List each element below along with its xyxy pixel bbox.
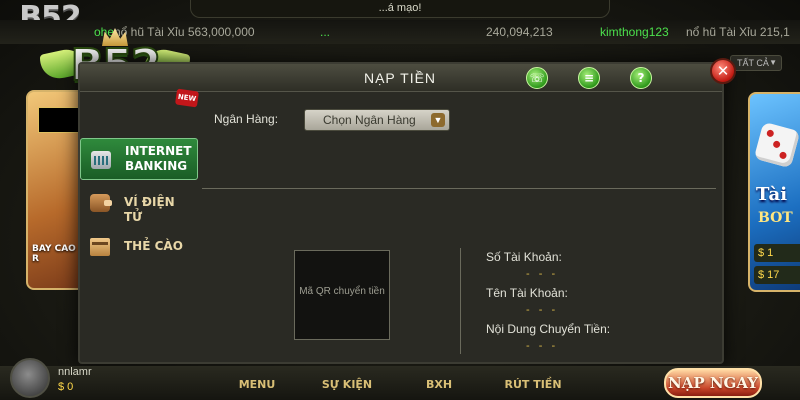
leaderboard-button[interactable]: BXH xyxy=(404,378,474,391)
modal-title: NẠP TIỀN xyxy=(363,70,437,86)
filter-label: TẤT CẢ xyxy=(737,58,769,68)
bank-icon xyxy=(91,151,111,169)
game-card-subtitle: BOT xyxy=(758,210,793,226)
avatar[interactable] xyxy=(10,358,50,398)
username: nnlamr xyxy=(58,366,92,378)
transfer-content-value: - - - xyxy=(526,340,559,352)
divider xyxy=(202,188,716,189)
chevron-down-icon: ▼ xyxy=(431,113,445,127)
balance: $ 0 xyxy=(58,381,74,393)
payment-method-nav: NEW INTERNET BANKING VÍ ĐIỆN TỬ THẺ CÀO xyxy=(80,88,200,362)
dice-icon xyxy=(753,121,800,169)
account-name-value: - - - xyxy=(526,304,559,316)
nav-label-line: BANKING xyxy=(125,159,188,173)
chevron-down-icon: ▼ xyxy=(769,58,777,67)
menu-button[interactable]: MENU xyxy=(222,378,292,391)
ticker-text: 240,094,213 xyxy=(486,25,553,39)
banking-panel: Ngân Hàng: Chọn Ngân Hàng ▼ Mã QR chuyển… xyxy=(202,92,722,362)
deposit-now-button[interactable]: NẠP NGAY xyxy=(664,368,762,398)
game-card-title: Tài xyxy=(756,184,788,205)
bank-label: Ngân Hàng: xyxy=(214,112,279,126)
nav-label: VÍ ĐIỆN TỬ xyxy=(124,195,175,224)
bank-select-value: Chọn Ngân Hàng xyxy=(323,113,416,127)
nav-label: THẺ CÀO xyxy=(124,239,183,253)
game-card-label: BAY CAO - R xyxy=(32,244,83,264)
withdraw-button[interactable]: RÚT TIỀN xyxy=(498,378,568,391)
wallet-icon xyxy=(90,194,112,212)
game-card-stat: $ 1 xyxy=(754,244,800,262)
qr-code-placeholder: Mã QR chuyển tiền xyxy=(294,250,390,340)
history-icon[interactable]: ≡ xyxy=(578,67,600,89)
nav-scratch-card[interactable]: THẺ CÀO xyxy=(80,226,198,268)
nav-e-wallet[interactable]: VÍ ĐIỆN TỬ xyxy=(80,182,198,224)
help-icon[interactable]: ? xyxy=(630,67,652,89)
support-icon[interactable]: ☏ xyxy=(526,67,548,89)
bank-select[interactable]: Chọn Ngân Hàng ▼ xyxy=(304,109,450,131)
account-name-label: Tên Tài Khoản: xyxy=(486,286,568,300)
game-card-stat: $ 17 xyxy=(754,266,800,284)
ticker-user: kimthong123 xyxy=(600,25,669,39)
transfer-content-label: Nội Dung Chuyển Tiền: xyxy=(486,322,611,336)
deposit-modal: NẠP TIỀN ☏ ≡ ? ✕ NEW INTERNET BANKING VÍ… xyxy=(78,58,736,364)
modal-header: NẠP TIỀN ☏ ≡ ? xyxy=(80,64,722,92)
close-button[interactable]: ✕ xyxy=(710,58,736,84)
ticker-text: nổ hũ Tài Xỉu 215,1 xyxy=(686,25,790,39)
card-icon xyxy=(90,238,110,256)
notice-banner: ...á mạo! xyxy=(190,0,610,18)
events-button[interactable]: SỰ KIỆN xyxy=(312,378,382,391)
ticker-user: ... xyxy=(320,25,331,39)
game-card-taixiu[interactable]: Tài BOT $ 1 $ 17 xyxy=(748,92,800,292)
filter-dropdown[interactable]: TẤT CẢ ▼ xyxy=(730,55,782,71)
nav-internet-banking[interactable]: INTERNET BANKING xyxy=(80,138,198,180)
nav-label: INTERNET BANKING xyxy=(125,144,197,174)
vertical-divider xyxy=(460,248,461,354)
new-badge: NEW xyxy=(174,88,200,108)
account-number-value: - - - xyxy=(526,268,559,280)
qr-placeholder-text: Mã QR chuyển tiền xyxy=(299,286,385,297)
account-number-label: Số Tài Khoản: xyxy=(486,250,562,264)
nav-label-line: INTERNET xyxy=(125,144,192,158)
